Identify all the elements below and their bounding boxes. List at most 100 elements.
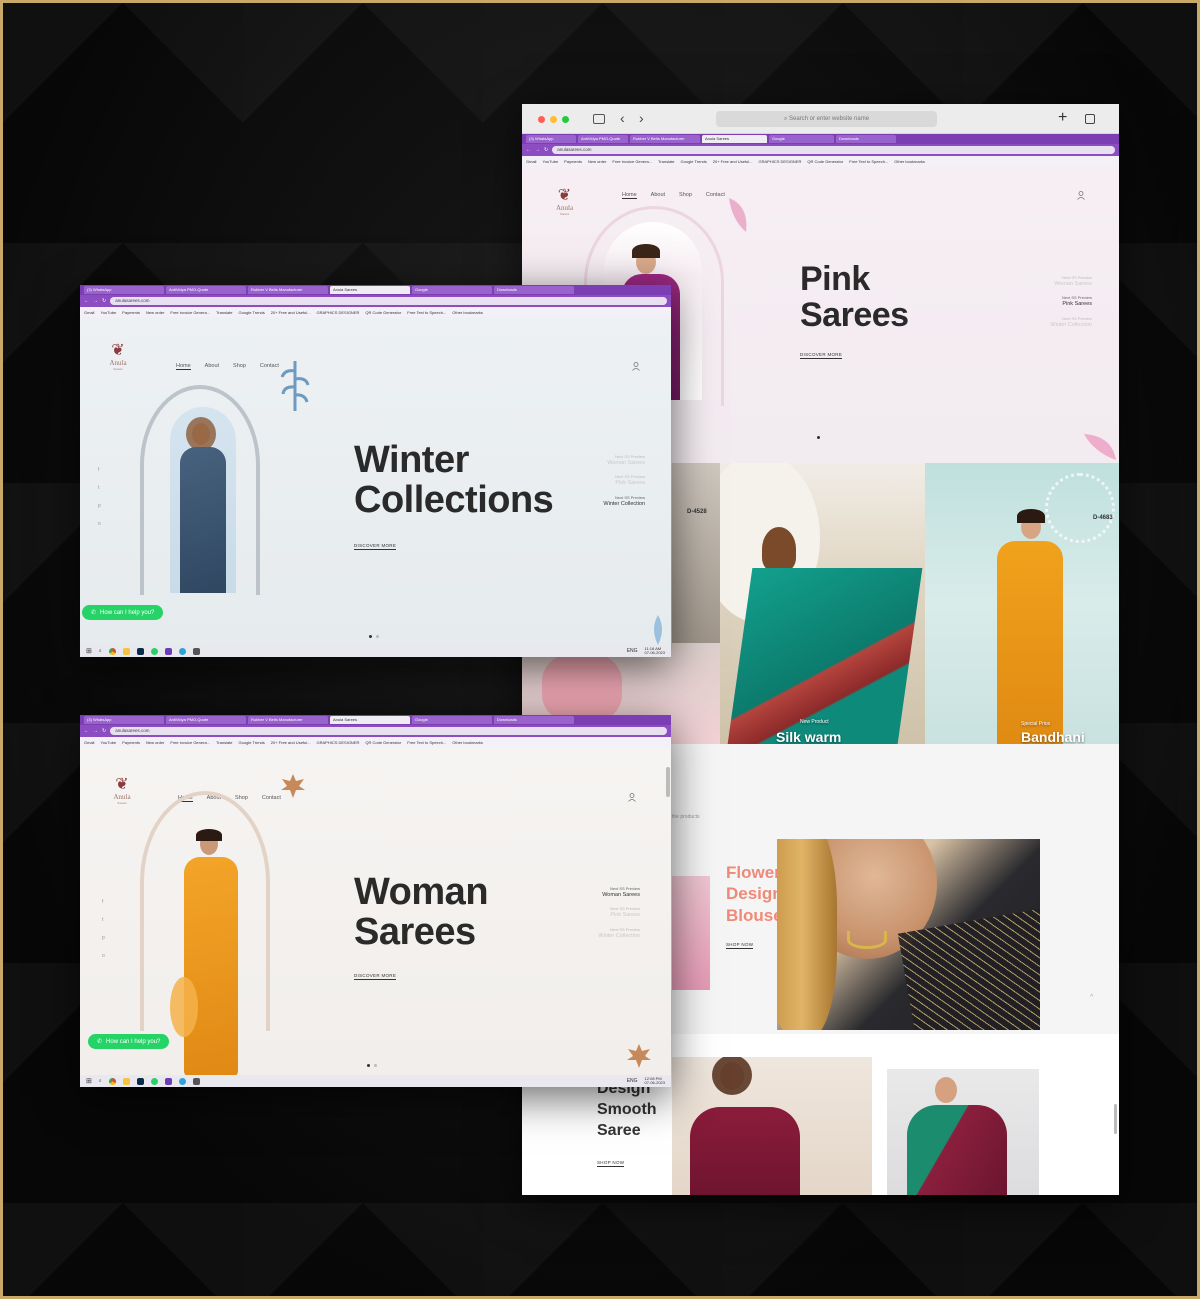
slide-item[interactable]: Next SS Preview Woman Sarees (1002, 275, 1092, 287)
bookmark-item[interactable]: Free invoice Genera... (170, 310, 210, 315)
slide-item[interactable]: Next SS Preview Pink Sarees (550, 907, 640, 919)
bookmark-item[interactable]: Translate (216, 310, 233, 315)
forward-icon[interactable]: → (535, 147, 540, 153)
bookmark-item[interactable]: GRAPHICS DESIGNER (316, 310, 359, 315)
bookmark-item[interactable]: Other bookmarks (452, 740, 483, 745)
forward-icon[interactable]: › (639, 110, 644, 126)
shop-now-link[interactable]: SHOP NOW (726, 942, 754, 949)
bookmark-item[interactable]: QR Code Generator (365, 310, 401, 315)
bookmark-item[interactable]: QR Code Generator (365, 740, 401, 745)
photoshop-icon[interactable] (136, 1077, 144, 1085)
back-icon[interactable]: ← (84, 298, 89, 304)
slider-dot[interactable] (369, 635, 372, 638)
nav-contact[interactable]: Contact (262, 795, 281, 802)
bookmark-item[interactable]: 20+ Free and Useful... (713, 159, 753, 164)
language-indicator[interactable]: ENG (627, 1078, 638, 1084)
slider-dot[interactable] (817, 436, 820, 439)
tab-quote[interactable]: AntiVidya PMO-Quote (166, 716, 246, 724)
bookmark-item[interactable]: Payments (564, 159, 582, 164)
tab-google[interactable]: Google (412, 286, 492, 294)
bookmark-item[interactable]: Free Text to Speech... (849, 159, 888, 164)
smooth-image-1[interactable] (672, 1057, 872, 1195)
minimize-traffic-light[interactable] (550, 116, 557, 123)
clock[interactable]: 11:18 AM 07-06-2023 (645, 647, 665, 655)
tab-anula[interactable]: Anula Sarees (702, 135, 767, 143)
bookmark-item[interactable]: Translate (658, 159, 675, 164)
slide-item[interactable]: Next SS Preview Woman Sarees (555, 454, 645, 466)
slide-item[interactable]: Next SS Preview Pink Sarees (555, 475, 645, 487)
windows-start-icon[interactable]: ⊞ (86, 1077, 92, 1085)
bookmark-item[interactable]: New order (146, 740, 164, 745)
slide-item-active[interactable]: Next SS Preview Pink Sarees (1002, 296, 1092, 308)
tabs-overview-icon[interactable] (1085, 114, 1095, 124)
calculator-icon[interactable] (192, 647, 200, 655)
edge-icon[interactable] (178, 647, 186, 655)
tab-anula[interactable]: Anula Sarees (330, 716, 410, 724)
nav-home[interactable]: Home (176, 363, 191, 370)
user-icon[interactable] (1077, 191, 1085, 200)
tab-google[interactable]: Google (412, 716, 492, 724)
user-icon[interactable] (632, 362, 640, 371)
bookmark-item[interactable]: Free Text to Speech... (407, 740, 446, 745)
discover-more-link[interactable]: DISCOVER MORE (354, 543, 397, 550)
folder-icon[interactable] (122, 647, 130, 655)
clock[interactable]: 12:08 PM 07-06-2023 (645, 1077, 665, 1085)
bookmark-item[interactable]: 20+ Free and Useful... (271, 740, 311, 745)
nav-contact[interactable]: Contact (706, 192, 725, 199)
search-icon[interactable]: ⌕ (99, 1078, 102, 1084)
tab-downloads[interactable]: Downloads (494, 286, 574, 294)
twitter-icon[interactable]: t (98, 485, 101, 491)
zoom-traffic-light[interactable] (562, 116, 569, 123)
forward-icon[interactable]: → (93, 298, 98, 304)
facebook-icon[interactable]: f (102, 899, 105, 905)
shop-now-link[interactable]: SHOP NOW (597, 1160, 625, 1167)
pinterest-icon[interactable]: p (98, 503, 101, 509)
scrollbar[interactable] (666, 767, 670, 797)
url-field[interactable]: anulasarees.com (110, 727, 667, 735)
bookmark-item[interactable]: GRAPHICS DESIGNER (316, 740, 359, 745)
bookmark-item[interactable]: GRAPHICS DESIGNER (758, 159, 801, 164)
tab-rubber[interactable]: Rubber V Belts Manufacturer (630, 135, 700, 143)
bookmark-item[interactable]: Other bookmarks (894, 159, 925, 164)
sidebar-icon[interactable] (593, 114, 605, 124)
bookmark-item[interactable]: New order (588, 159, 606, 164)
scrollbar[interactable] (1114, 1104, 1117, 1134)
bookmark-item[interactable]: YouTube (100, 310, 116, 315)
tab-google[interactable]: Google (769, 135, 834, 143)
scroll-up-icon[interactable]: ^ (1090, 994, 1093, 1001)
slider-dot[interactable] (367, 1064, 370, 1067)
bookmark-item[interactable]: Translate (216, 740, 233, 745)
reload-icon[interactable]: ↻ (544, 147, 548, 153)
slider-dot[interactable] (376, 635, 379, 638)
chrome-icon[interactable] (108, 1077, 116, 1085)
nav-contact[interactable]: Contact (260, 363, 279, 370)
bookmark-item[interactable]: Google Trends (239, 310, 265, 315)
whatsapp-icon[interactable] (150, 1077, 158, 1085)
instagram-icon[interactable]: o (102, 953, 105, 959)
tab-anula[interactable]: Anula Sarees (330, 286, 410, 294)
bookmark-item[interactable]: Other bookmarks (452, 310, 483, 315)
tab-downloads[interactable]: Downloads (494, 716, 574, 724)
nav-shop[interactable]: Shop (235, 795, 248, 802)
bookmark-item[interactable]: Gmail (84, 310, 94, 315)
tab-whatsapp[interactable]: (3) WhatsApp (84, 286, 164, 294)
whatsapp-icon[interactable] (150, 647, 158, 655)
bookmark-item[interactable]: QR Code Generator (807, 159, 843, 164)
reload-icon[interactable]: ↻ (102, 298, 106, 304)
safari-search-field[interactable]: ⌕ Search or enter website name (716, 111, 937, 127)
discover-more-link[interactable]: DISCOVER MORE (800, 352, 843, 359)
calculator-icon[interactable] (192, 1077, 200, 1085)
app-icon[interactable] (164, 1077, 172, 1085)
site-logo[interactable]: ❦ Anula Sarees (106, 777, 138, 806)
whatsapp-chat-button[interactable]: ✆ How can I help you? (88, 1034, 170, 1049)
smooth-image-2[interactable] (887, 1069, 1039, 1195)
bookmark-item[interactable]: Google Trends (239, 740, 265, 745)
tab-quote[interactable]: AntiVidya PMO-Quote (166, 286, 246, 294)
folder-icon[interactable] (122, 1077, 130, 1085)
slider-dot[interactable] (374, 1064, 377, 1067)
product-thumb[interactable] (672, 876, 710, 990)
flower-blouse-image[interactable] (777, 839, 1040, 1030)
tab-whatsapp[interactable]: (3) WhatsApp (526, 135, 576, 143)
bookmark-item[interactable]: Gmail (84, 740, 94, 745)
tab-whatsapp[interactable]: (3) WhatsApp (84, 716, 164, 724)
